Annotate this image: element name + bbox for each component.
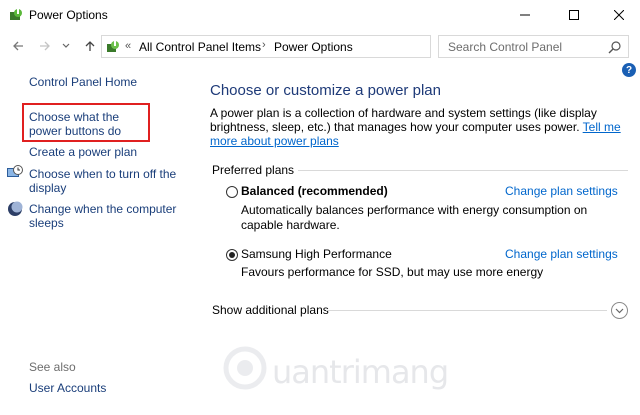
breadcrumb-overflow[interactable]: « bbox=[125, 40, 131, 52]
title-bar: Power Options bbox=[0, 0, 640, 30]
minimize-icon bbox=[520, 14, 530, 16]
show-additional-plans-label[interactable]: Show additional plans bbox=[212, 303, 329, 317]
breadcrumb-power-options[interactable]: Power Options bbox=[274, 40, 353, 54]
search-placeholder: Search Control Panel bbox=[448, 40, 563, 54]
watermark-logo: uantrimang bbox=[222, 345, 449, 395]
plan-radio-samsung[interactable] bbox=[226, 249, 238, 261]
plan-description-balanced: Automatically balances performance with … bbox=[241, 203, 588, 232]
search-icon[interactable] bbox=[608, 40, 622, 54]
address-bar[interactable]: « All Control Panel Items › Power Option… bbox=[101, 35, 526, 58]
see-also-heading: See also bbox=[29, 360, 76, 374]
intro-text: A power plan is a collection of hardware… bbox=[210, 106, 635, 148]
change-plan-settings-link[interactable]: Change plan settings bbox=[505, 247, 618, 261]
forward-arrow-icon bbox=[40, 41, 50, 51]
sidebar-item-turn-off-display[interactable]: Choose when to turn off the display bbox=[29, 167, 179, 195]
sidebar-item-power-buttons[interactable]: Choose what the power buttons do bbox=[29, 110, 154, 138]
help-icon[interactable]: ? bbox=[622, 63, 636, 77]
additional-plans-divider bbox=[326, 310, 607, 311]
back-button[interactable] bbox=[8, 36, 28, 56]
control-panel-home-link[interactable]: Control Panel Home bbox=[29, 75, 137, 89]
change-plan-settings-link[interactable]: Change plan settings bbox=[505, 184, 618, 198]
up-arrow-icon bbox=[85, 41, 95, 51]
watermark-text: uantrimang bbox=[272, 353, 449, 391]
sidebar-item-user-accounts[interactable]: User Accounts bbox=[29, 381, 106, 395]
section-divider bbox=[298, 170, 628, 171]
breadcrumb-all-items[interactable]: All Control Panel Items bbox=[139, 40, 261, 54]
recent-locations-button[interactable] bbox=[60, 36, 72, 56]
plan-radio-balanced[interactable] bbox=[226, 186, 238, 198]
forward-button[interactable] bbox=[35, 36, 55, 56]
left-pane: Control Panel Home Choose what the power… bbox=[0, 60, 196, 415]
close-icon bbox=[614, 10, 624, 20]
breadcrumb-separator[interactable]: › bbox=[262, 39, 266, 51]
window-title: Power Options bbox=[29, 8, 108, 22]
control-panel-icon bbox=[107, 41, 119, 52]
plan-description-samsung: Favours performance for SSD, but may use… bbox=[241, 265, 544, 279]
up-button[interactable] bbox=[80, 36, 100, 56]
minimize-button[interactable] bbox=[502, 0, 548, 30]
power-options-icon bbox=[10, 9, 22, 20]
back-arrow-icon bbox=[13, 41, 23, 51]
intro-body: A power plan is a collection of hardware… bbox=[210, 106, 597, 134]
moon-icon bbox=[8, 201, 23, 216]
navigation-bar: « All Control Panel Items › Power Option… bbox=[0, 32, 640, 60]
close-button[interactable] bbox=[596, 0, 640, 30]
watermark-icon bbox=[223, 346, 267, 390]
sidebar-item-sleep[interactable]: Change when the computer sleeps bbox=[29, 202, 179, 230]
page-title: Choose or customize a power plan bbox=[210, 82, 441, 99]
sidebar-item-create-plan[interactable]: Create a power plan bbox=[29, 145, 137, 159]
chevron-down-icon bbox=[615, 308, 624, 313]
expand-button[interactable] bbox=[611, 302, 628, 319]
maximize-button[interactable] bbox=[551, 0, 597, 30]
maximize-icon bbox=[569, 10, 579, 20]
plan-name-balanced[interactable]: Balanced (recommended) bbox=[241, 184, 388, 198]
preferred-plans-label: Preferred plans bbox=[212, 163, 295, 177]
monitor-clock-icon bbox=[7, 165, 23, 177]
chevron-down-icon bbox=[62, 43, 70, 48]
search-input[interactable]: Search Control Panel bbox=[438, 35, 629, 58]
plan-name-samsung[interactable]: Samsung High Performance bbox=[241, 247, 392, 261]
